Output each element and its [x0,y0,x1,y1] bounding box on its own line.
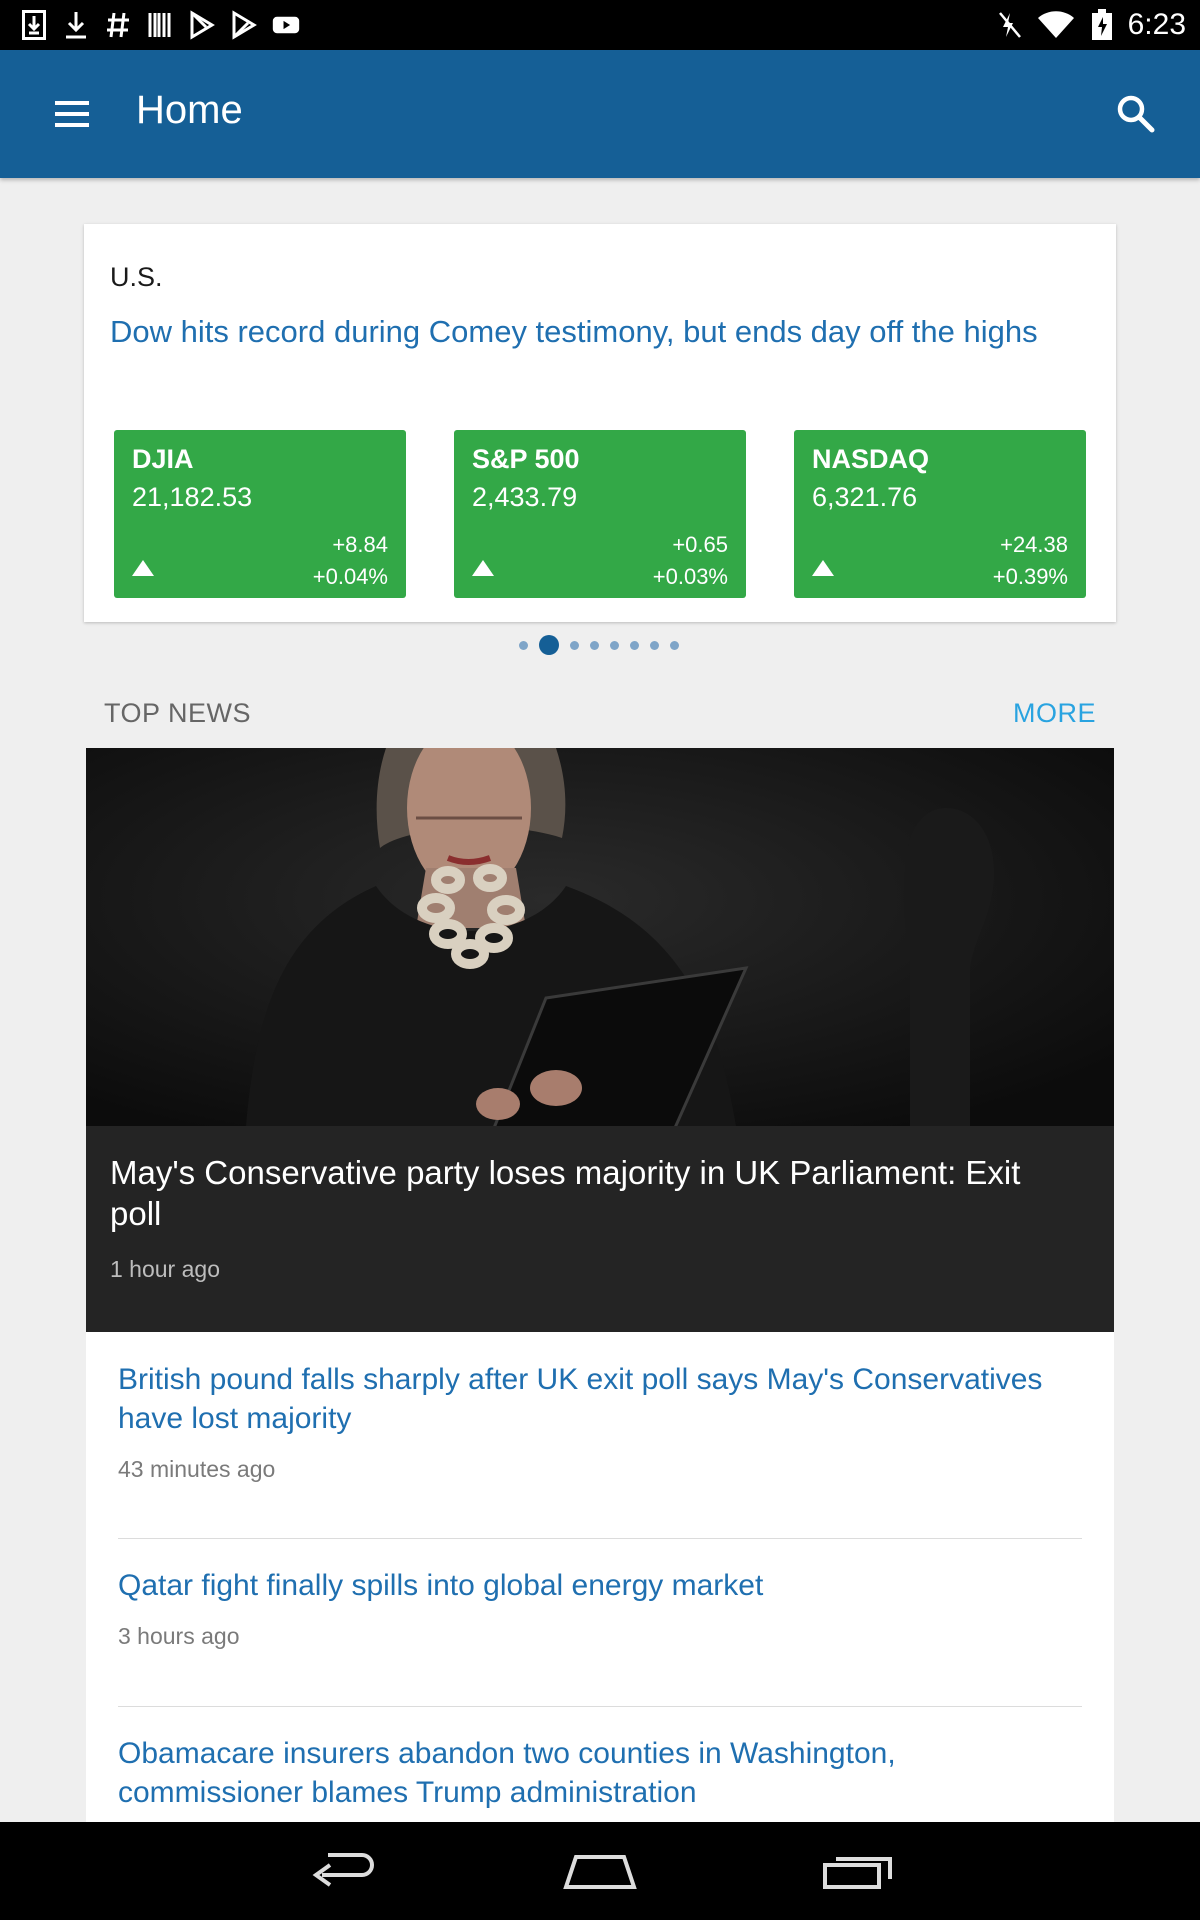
carousel-dot[interactable] [630,640,639,650]
clock: 6:23 [1127,8,1186,41]
carousel-dot[interactable] [650,640,659,650]
hero-story-title[interactable]: May's Conservative party loses majority … [110,1152,1070,1234]
hero-story-image [86,748,1114,1126]
barcode-icon [146,10,174,40]
mute-icon [996,10,1024,40]
carousel-dot[interactable] [670,640,679,650]
news-headline[interactable]: Obamacare insurers abandon two counties … [118,1734,1082,1812]
play-store-icon [188,10,216,40]
market-summary-card[interactable]: U.S. Dow hits record during Comey testim… [84,224,1116,622]
navigation-bar [0,1822,1200,1920]
index-tile-nasdaq[interactable]: NASDAQ 6,321.76 +24.38 +0.39% [794,430,1086,598]
wifi-icon [1036,10,1076,40]
play-store-outline-icon [230,10,258,40]
battery-charging-icon [1088,9,1116,40]
youtube-icon [272,10,300,40]
hash-icon [104,10,132,40]
market-region-label: U.S. [110,262,163,292]
up-arrow-icon [812,560,834,576]
index-change: +0.65 [672,532,728,557]
hamburger-menu-icon[interactable] [40,86,104,142]
index-tile-djia[interactable]: DJIA 21,182.53 +8.84 +0.04% [114,430,406,598]
home-icon[interactable] [545,1836,655,1906]
carousel-dot[interactable] [590,640,599,650]
carousel-page-indicator[interactable] [0,634,1200,656]
news-list: British pound falls sharply after UK exi… [86,1332,1114,1822]
hero-story-text: May's Conservative party loses majority … [110,1152,1070,1283]
notification-icons [20,8,300,42]
index-value: 2,433.79 [472,482,578,512]
index-name: DJIA [132,444,194,474]
index-tile-sp500[interactable]: S&P 500 2,433.79 +0.65 +0.03% [454,430,746,598]
index-percent-change: +0.39% [992,564,1068,589]
list-item[interactable]: Qatar fight finally spills into global e… [118,1566,1082,1650]
up-arrow-icon [132,560,154,576]
list-item[interactable]: British pound falls sharply after UK exi… [118,1360,1082,1483]
list-divider [118,1706,1082,1707]
recents-icon[interactable] [803,1836,913,1906]
list-item[interactable]: Obamacare insurers abandon two counties … [118,1734,1082,1812]
news-timestamp: 3 hours ago [118,1623,240,1649]
market-index-tiles: DJIA 21,182.53 +8.84 +0.04% S&P 500 2,43… [114,430,1086,598]
news-timestamp: 43 minutes ago [118,1456,276,1482]
hero-story-timestamp: 1 hour ago [110,1256,220,1282]
carousel-dot[interactable] [570,640,579,650]
index-value: 21,182.53 [132,482,253,512]
page-title: Home [136,88,243,132]
index-name: S&P 500 [472,444,580,474]
market-headline-link[interactable]: Dow hits record during Comey testimony, … [110,312,1070,352]
status-bar: 6:23 [0,0,1200,50]
news-headline[interactable]: Qatar fight finally spills into global e… [118,1566,1082,1605]
list-divider [118,1538,1082,1539]
up-arrow-icon [472,560,494,576]
top-news-heading: TOP NEWS [104,698,252,728]
system-icons: 6:23 [996,6,1186,44]
index-change: +8.84 [332,532,388,557]
hero-story[interactable]: May's Conservative party loses majority … [86,748,1114,1332]
news-headline[interactable]: British pound falls sharply after UK exi… [118,1360,1082,1438]
download-icon [62,10,90,40]
app-bar: Home [0,50,1200,178]
back-icon[interactable] [288,1836,398,1906]
more-news-link[interactable]: MORE [1013,698,1096,729]
index-value: 6,321.76 [812,482,918,512]
index-percent-change: +0.03% [652,564,728,589]
search-icon[interactable] [1104,86,1168,142]
index-change: +24.38 [1000,532,1068,557]
carousel-dot[interactable] [519,640,528,650]
carousel-dot[interactable] [610,640,619,650]
carousel-dot-active[interactable] [539,635,559,655]
download-box-icon [20,10,48,40]
index-name: NASDAQ [812,444,930,474]
index-percent-change: +0.04% [312,564,388,589]
